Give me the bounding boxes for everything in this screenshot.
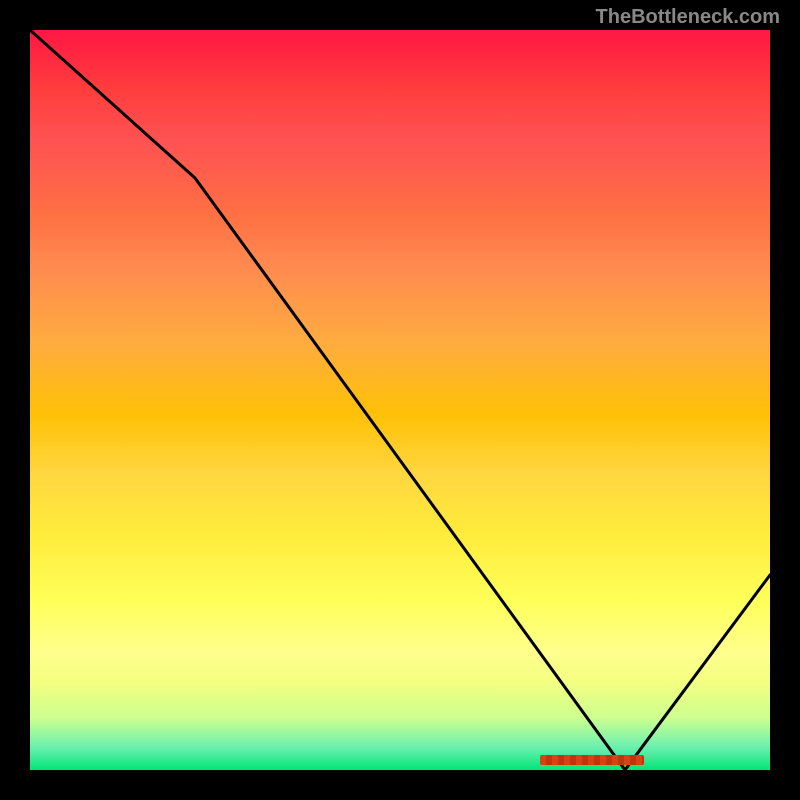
attribution-text: TheBottleneck.com	[596, 6, 780, 29]
chart-container: TheBottleneck.com	[0, 0, 800, 800]
plot-area	[30, 30, 770, 770]
highlight-band	[540, 755, 644, 765]
